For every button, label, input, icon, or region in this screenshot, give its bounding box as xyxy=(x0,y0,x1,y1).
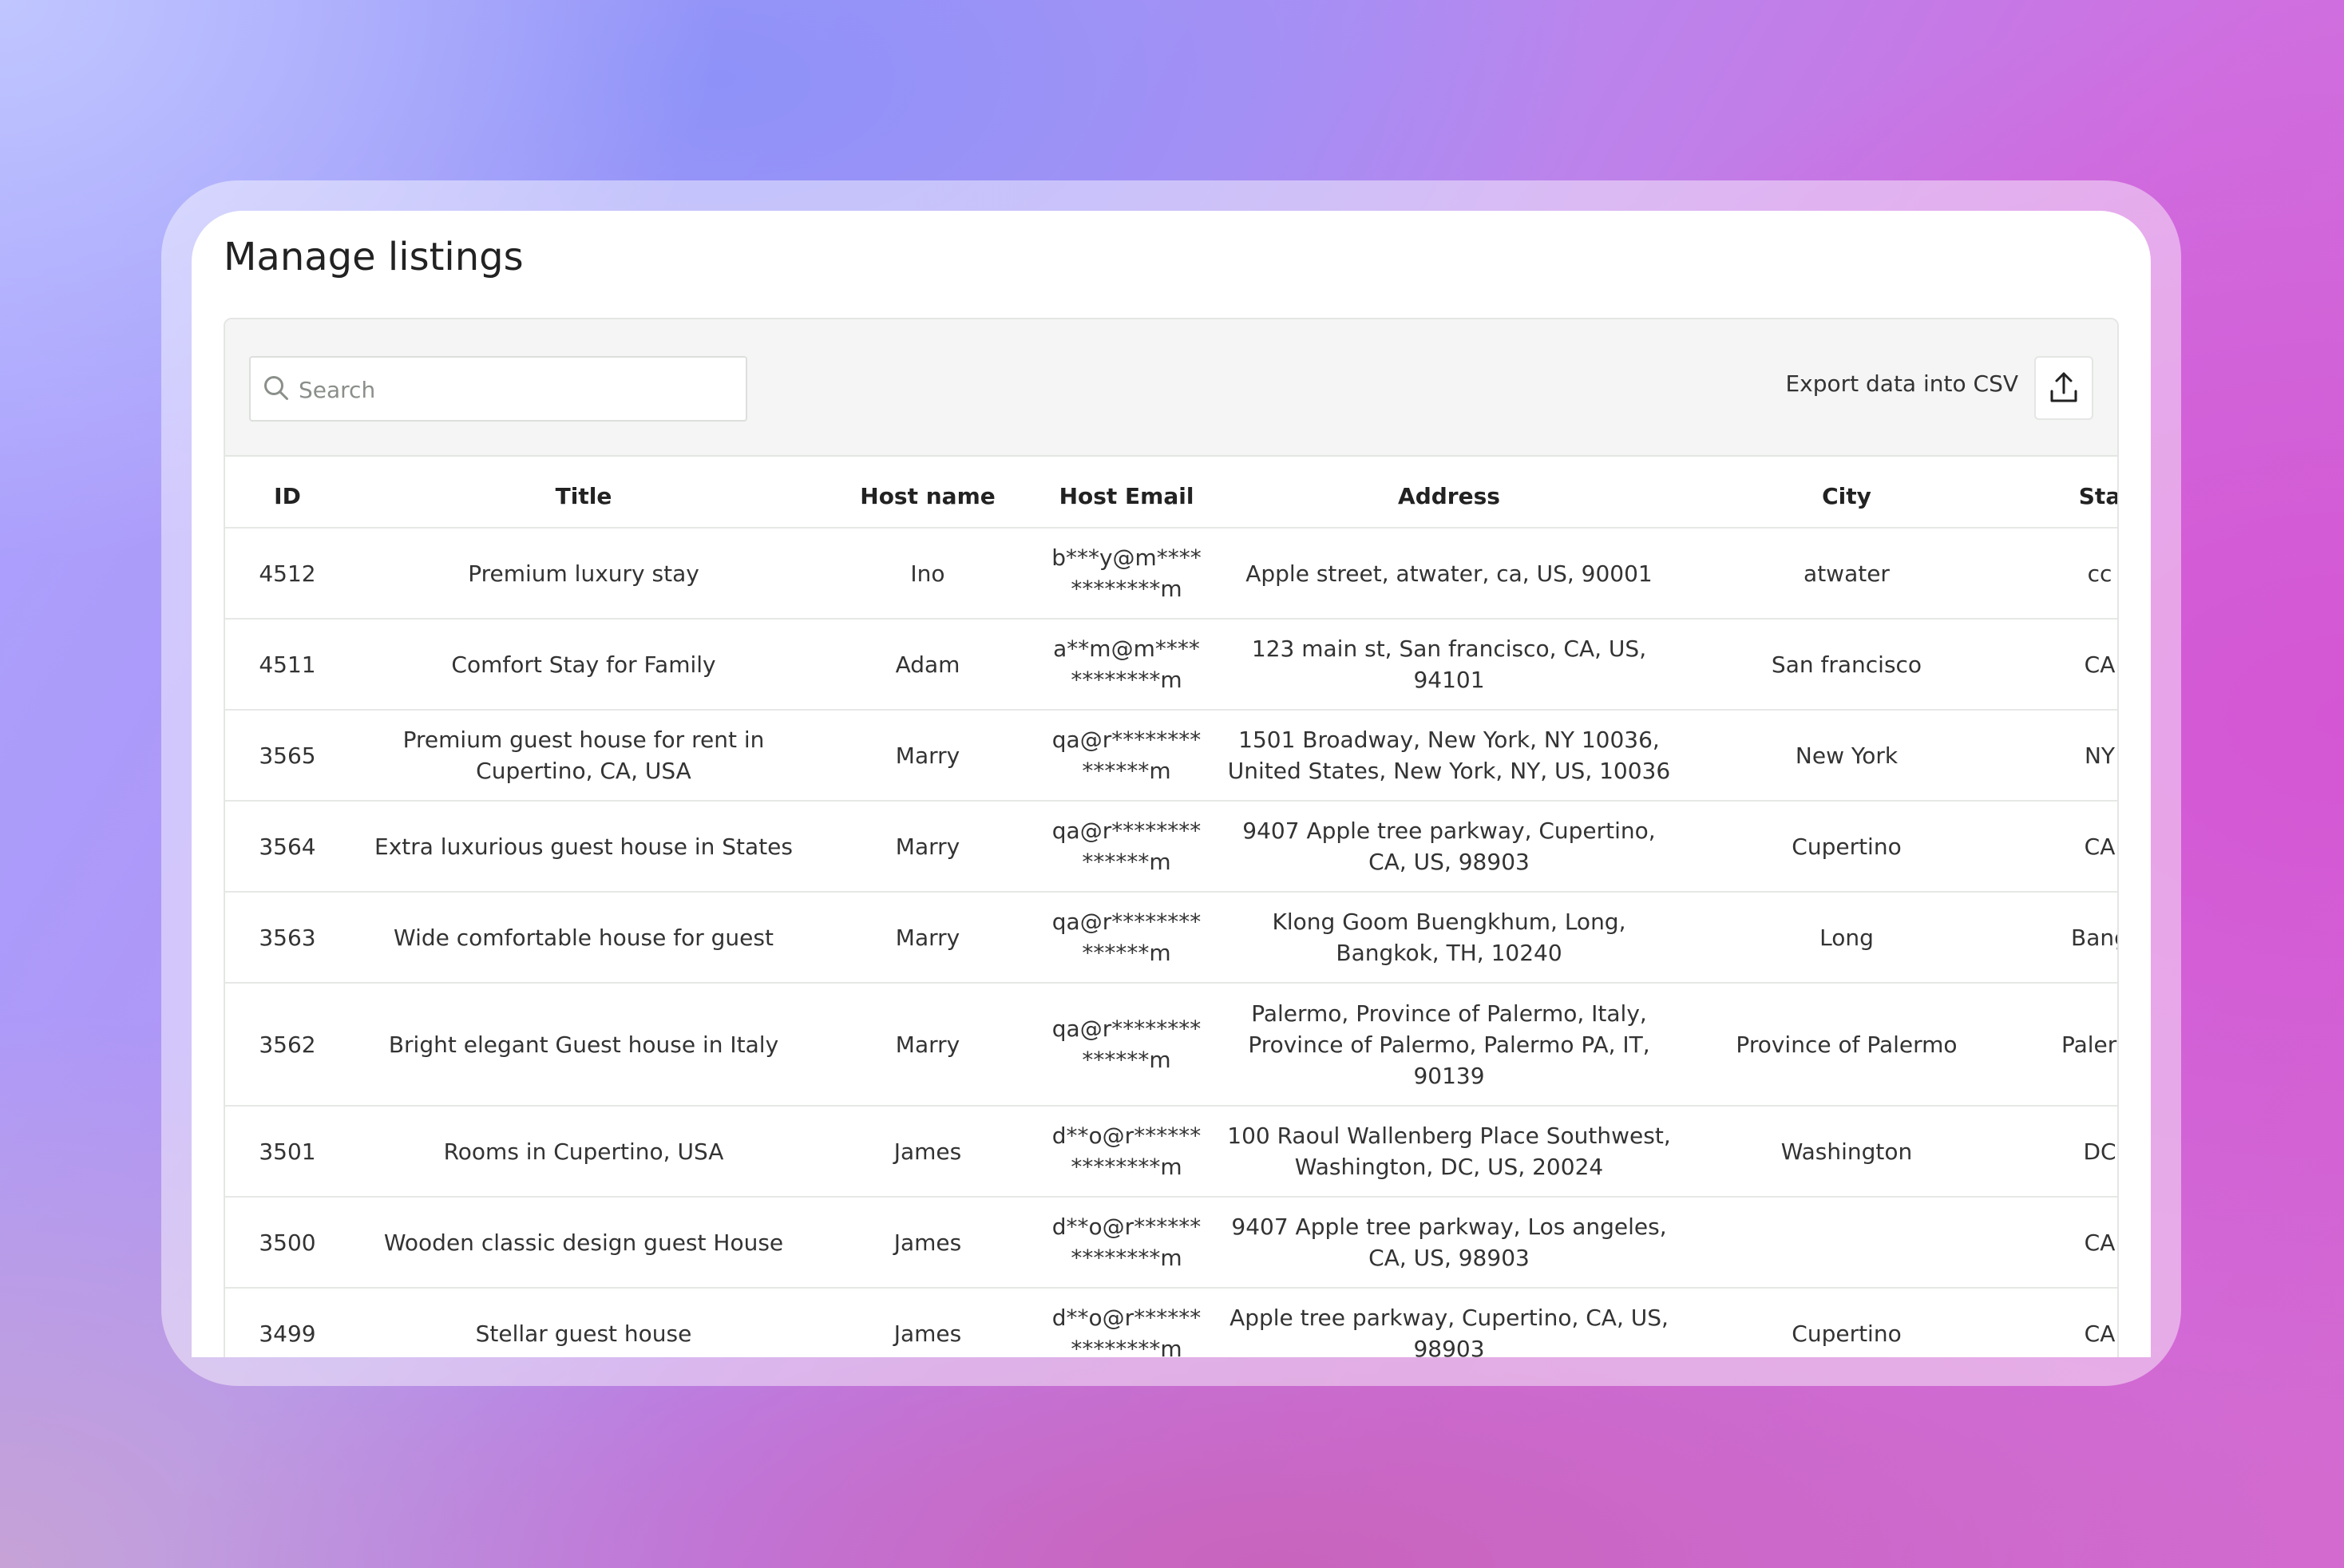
host-email: qa@r******** ******m xyxy=(1038,710,1215,802)
listing-city: New York xyxy=(1683,710,2010,802)
listing-city: atwater xyxy=(1683,528,2010,620)
listing-state: CA xyxy=(2010,801,2117,893)
column-header-city[interactable]: City xyxy=(1683,465,2010,529)
host-name: Marry xyxy=(818,801,1038,893)
table-row[interactable]: 4511 Comfort Stay for Family Adam a**m@m***… xyxy=(225,619,2117,711)
listing-id: 3563 xyxy=(225,892,350,984)
search-box[interactable] xyxy=(249,356,747,422)
listing-state: NY xyxy=(2010,710,2117,802)
host-name: Marry xyxy=(818,710,1038,802)
listing-city: Washington xyxy=(1683,1106,2010,1198)
table-toolbar: Export data into CSV xyxy=(225,319,2117,457)
listing-city: Long xyxy=(1683,892,2010,984)
search-input[interactable] xyxy=(297,358,739,422)
table-row[interactable]: 4512 Premium luxury stay Ino b***y@m**** **… xyxy=(225,528,2117,620)
table-row[interactable]: 3562 Bright elegant Guest house in Italy M… xyxy=(225,983,2117,1107)
column-header-state[interactable]: Sta xyxy=(2010,465,2117,529)
host-name: Ino xyxy=(818,528,1038,620)
listings-table: ID Title Host name Host Email Address Ci… xyxy=(225,465,2117,1357)
column-header-address[interactable]: Address xyxy=(1215,465,1683,529)
listing-title: Premium luxury stay xyxy=(350,528,818,620)
listing-address: Apple tree parkway, Cupertino, CA, US, 9… xyxy=(1215,1288,1683,1357)
column-header-host-email[interactable]: Host Email xyxy=(1038,465,1215,529)
search-icon xyxy=(264,376,288,400)
table-row[interactable]: 3563 Wide comfortable house for guest Marr… xyxy=(225,892,2117,984)
listing-title: Stellar guest house xyxy=(350,1288,818,1357)
listing-id: 3499 xyxy=(225,1288,350,1357)
host-email: d**o@r****** ********m xyxy=(1038,1106,1215,1198)
host-email: b***y@m**** ********m xyxy=(1038,528,1215,620)
host-email: qa@r******** ******m xyxy=(1038,892,1215,984)
listing-address: 9407 Apple tree parkway, Los angeles, CA… xyxy=(1215,1197,1683,1289)
host-name: James xyxy=(818,1106,1038,1198)
listing-address: 123 main st, San francisco, CA, US, 9410… xyxy=(1215,619,1683,711)
listing-id: 3500 xyxy=(225,1197,350,1289)
listing-state: CA xyxy=(2010,1288,2117,1357)
listing-id: 3501 xyxy=(225,1106,350,1198)
listing-id: 4512 xyxy=(225,528,350,620)
listing-city xyxy=(1683,1197,2010,1289)
listing-title: Rooms in Cupertino, USA xyxy=(350,1106,818,1198)
host-email: a**m@m**** ********m xyxy=(1038,619,1215,711)
listing-city: Province of Palermo xyxy=(1683,983,2010,1107)
listing-state: DC xyxy=(2010,1106,2117,1198)
host-name: Marry xyxy=(818,892,1038,984)
listing-title: Bright elegant Guest house in Italy xyxy=(350,983,818,1107)
listing-title: Comfort Stay for Family xyxy=(350,619,818,711)
page-title: Manage listings xyxy=(224,235,524,279)
listing-id: 4511 xyxy=(225,619,350,711)
host-email: d**o@r****** ********m xyxy=(1038,1197,1215,1289)
table-header-row: ID Title Host name Host Email Address Ci… xyxy=(225,465,2117,529)
column-header-host-name[interactable]: Host name xyxy=(818,465,1038,529)
column-header-id[interactable]: ID xyxy=(225,465,350,529)
listing-city: San francisco xyxy=(1683,619,2010,711)
listing-id: 3564 xyxy=(225,801,350,893)
listing-state: Bang xyxy=(2010,892,2117,984)
table-row[interactable]: 3564 Extra luxurious guest house in State… xyxy=(225,801,2117,893)
listing-title: Premium guest house for rent in Cupertin… xyxy=(350,710,818,802)
host-email: d**o@r****** ********m xyxy=(1038,1288,1215,1357)
listing-address: Apple street, atwater, ca, US, 90001 xyxy=(1215,528,1683,620)
listing-title: Wide comfortable house for guest xyxy=(350,892,818,984)
listing-city: Cupertino xyxy=(1683,1288,2010,1357)
listings-table-card: Export data into CSV ID Title Host name xyxy=(224,318,2119,1357)
listing-address: Palermo, Province of Palermo, Italy, Pro… xyxy=(1215,983,1683,1107)
listing-state: CA xyxy=(2010,1197,2117,1289)
listing-city: Cupertino xyxy=(1683,801,2010,893)
listing-address: Klong Goom Buengkhum, Long, Bangkok, TH,… xyxy=(1215,892,1683,984)
export-csv-label[interactable]: Export data into CSV xyxy=(1785,370,2018,397)
host-email: qa@r******** ******m xyxy=(1038,801,1215,893)
column-header-title[interactable]: Title xyxy=(350,465,818,529)
listing-id: 3562 xyxy=(225,983,350,1107)
table-row[interactable]: 3500 Wooden classic design guest House Jam… xyxy=(225,1197,2117,1289)
listing-state: cc xyxy=(2010,528,2117,620)
host-name: Marry xyxy=(818,983,1038,1107)
listing-address: 100 Raoul Wallenberg Place Southwest, Wa… xyxy=(1215,1106,1683,1198)
host-name: James xyxy=(818,1288,1038,1357)
export-csv-button[interactable] xyxy=(2034,356,2093,420)
table-row[interactable]: 3501 Rooms in Cupertino, USA James d**o@r**… xyxy=(225,1106,2117,1198)
upload-icon xyxy=(2050,372,2077,402)
listing-id: 3565 xyxy=(225,710,350,802)
table-row[interactable]: 3499 Stellar guest house James d**o@r******… xyxy=(225,1288,2117,1357)
host-name: James xyxy=(818,1197,1038,1289)
listings-panel: Manage listings Export data into CSV xyxy=(192,211,2151,1357)
listing-address: 9407 Apple tree parkway, Cupertino, CA, … xyxy=(1215,801,1683,893)
host-name: Adam xyxy=(818,619,1038,711)
listing-address: 1501 Broadway, New York, NY 10036, Unite… xyxy=(1215,710,1683,802)
listing-title: Extra luxurious guest house in States xyxy=(350,801,818,893)
table-row[interactable]: 3565 Premium guest house for rent in Cupe… xyxy=(225,710,2117,802)
listing-title: Wooden classic design guest House xyxy=(350,1197,818,1289)
listing-state: CA xyxy=(2010,619,2117,711)
host-email: qa@r******** ******m xyxy=(1038,983,1215,1107)
listing-state: Palerm xyxy=(2010,983,2117,1107)
